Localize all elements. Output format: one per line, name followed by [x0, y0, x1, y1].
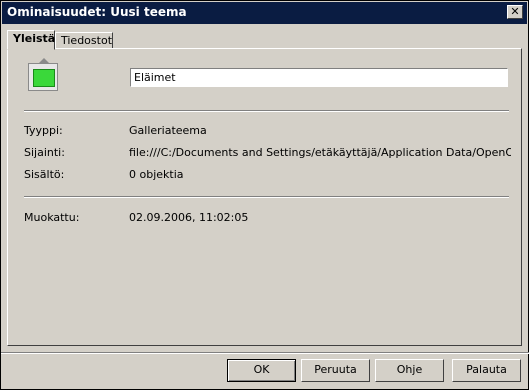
general-panel: Eläimet Tyyppi: Galleriateema Sijainti: …: [7, 48, 522, 346]
close-button[interactable]: ✕: [507, 5, 523, 19]
reset-button[interactable]: Palauta: [452, 359, 521, 382]
location-value: file:///C:/Documents and Settings/etäkäy…: [129, 146, 511, 159]
window-title: Ominaisuudet: Uusi teema: [7, 5, 187, 19]
tab-general[interactable]: Yleistä: [7, 30, 55, 50]
tab-files[interactable]: Tiedostot: [55, 32, 113, 49]
modified-label: Muokattu:: [24, 211, 80, 224]
modified-value: 02.09.2006, 11:02:05: [129, 211, 249, 224]
properties-dialog: Ominaisuudet: Uusi teema ✕ Yleistä Tiedo…: [0, 0, 529, 390]
help-button[interactable]: Ohje: [375, 359, 444, 382]
title-bar[interactable]: Ominaisuudet: Uusi teema ✕: [2, 2, 527, 24]
theme-icon: [28, 58, 58, 91]
theme-name-input[interactable]: Eläimet: [130, 68, 508, 87]
type-value: Galleriateema: [129, 124, 207, 137]
ok-button[interactable]: OK: [227, 359, 296, 382]
cancel-button[interactable]: Peruuta: [301, 359, 370, 382]
button-bar-separator: [1, 352, 529, 354]
separator: [24, 110, 509, 112]
location-label: Sijainti:: [24, 146, 65, 159]
content-label: Sisältö:: [24, 168, 65, 181]
content-value: 0 objektia: [129, 168, 184, 181]
type-label: Tyyppi:: [24, 124, 63, 137]
separator: [24, 196, 509, 198]
close-icon: ✕: [510, 5, 520, 18]
